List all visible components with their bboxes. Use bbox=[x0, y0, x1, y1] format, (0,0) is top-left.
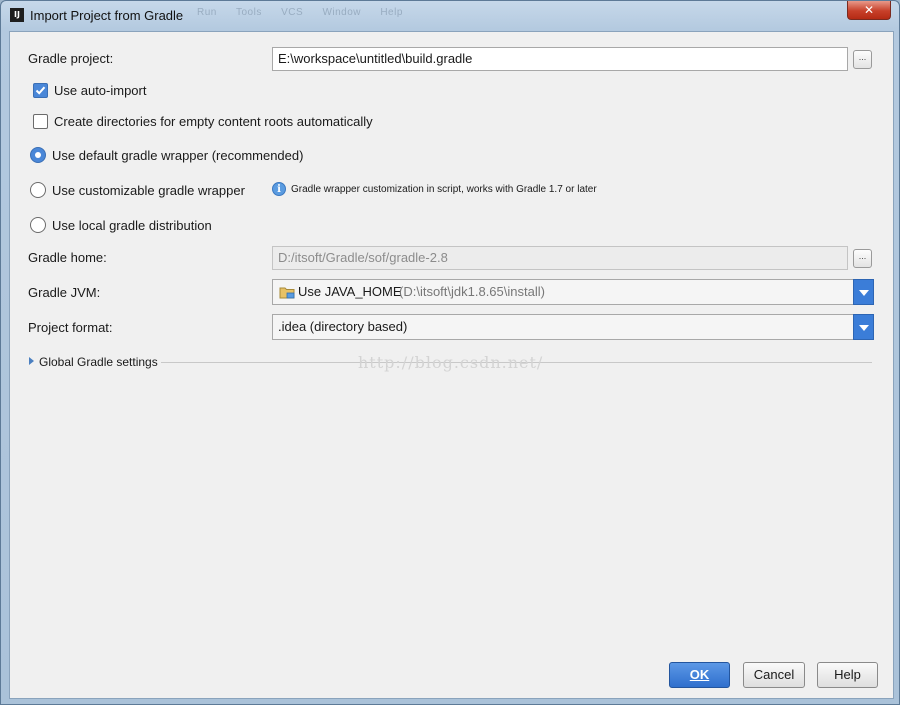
cancel-button[interactable]: Cancel bbox=[743, 662, 805, 688]
global-gradle-settings-toggle[interactable]: Global Gradle settings bbox=[39, 355, 158, 369]
gradle-jvm-select[interactable]: Use JAVA_HOME (D:\itsoft\jdk1.8.65\insta… bbox=[272, 279, 874, 305]
chevron-down-icon[interactable] bbox=[853, 279, 874, 305]
gradle-project-browse-button[interactable]: ... bbox=[853, 50, 872, 69]
ghost-menu-vcs: VCS bbox=[281, 7, 304, 18]
gradle-project-label: Gradle project: bbox=[28, 51, 114, 66]
ghost-menu-run: Run bbox=[197, 7, 217, 18]
gradle-home-label: Gradle home: bbox=[28, 250, 107, 265]
project-format-label: Project format: bbox=[28, 320, 113, 335]
ghost-menu-tools: Tools bbox=[235, 7, 262, 18]
intellij-app-icon: IJ bbox=[10, 8, 24, 22]
radio-default-wrapper[interactable] bbox=[30, 147, 46, 163]
gradle-jvm-value: Use JAVA_HOME bbox=[298, 284, 402, 299]
triangle-right-icon[interactable] bbox=[29, 357, 34, 365]
gradle-jvm-label: Gradle JVM: bbox=[28, 285, 101, 300]
background-menu-ghost: Run Tools VCS Window Help bbox=[197, 7, 419, 18]
create-dirs-label: Create directories for empty content roo… bbox=[54, 114, 373, 129]
close-icon: ✕ bbox=[863, 3, 875, 17]
dialog-title: Import Project from Gradle bbox=[30, 8, 184, 23]
gradle-home-browse-button: ... bbox=[853, 249, 872, 268]
radio-local-distribution-label: Use local gradle distribution bbox=[52, 218, 212, 233]
gradle-project-input[interactable]: E:\workspace\untitled\build.gradle bbox=[272, 47, 848, 71]
wrapper-hint-text: Gradle wrapper customization in script, … bbox=[291, 184, 597, 195]
radio-customizable-wrapper-label: Use customizable gradle wrapper bbox=[52, 183, 245, 198]
title-bar: IJ Import Project from Gradle Run Tools … bbox=[1, 1, 899, 31]
info-icon: i bbox=[272, 182, 286, 196]
watermark-text: http://blog.csdn.net/ bbox=[358, 353, 544, 372]
use-auto-import-label: Use auto-import bbox=[54, 83, 147, 98]
project-format-value: .idea (directory based) bbox=[278, 319, 408, 334]
ghost-menu-window: Window bbox=[322, 7, 362, 18]
gradle-jvm-path: (D:\itsoft\jdk1.8.65\install) bbox=[399, 284, 545, 299]
folder-icon bbox=[279, 287, 295, 299]
gradle-home-input: D:/itsoft/Gradle/sof/gradle-2.8 bbox=[272, 246, 848, 270]
ghost-menu-help: Help bbox=[380, 7, 403, 18]
help-button[interactable]: Help bbox=[817, 662, 878, 688]
checkmark-icon bbox=[35, 86, 46, 95]
radio-local-distribution[interactable] bbox=[30, 217, 46, 233]
project-format-select[interactable]: .idea (directory based) bbox=[272, 314, 874, 340]
use-auto-import-checkbox[interactable] bbox=[33, 83, 48, 98]
ok-button[interactable]: OK bbox=[669, 662, 730, 688]
radio-default-wrapper-label: Use default gradle wrapper (recommended) bbox=[52, 148, 304, 163]
ok-button-label: OK bbox=[689, 667, 710, 682]
close-button[interactable]: ✕ bbox=[847, 1, 891, 20]
dialog-content: Gradle project: E:\workspace\untitled\bu… bbox=[9, 31, 894, 699]
create-dirs-checkbox[interactable] bbox=[33, 114, 48, 129]
dialog-window: IJ Import Project from Gradle Run Tools … bbox=[0, 0, 900, 705]
chevron-down-icon[interactable] bbox=[853, 314, 874, 340]
radio-customizable-wrapper[interactable] bbox=[30, 182, 46, 198]
